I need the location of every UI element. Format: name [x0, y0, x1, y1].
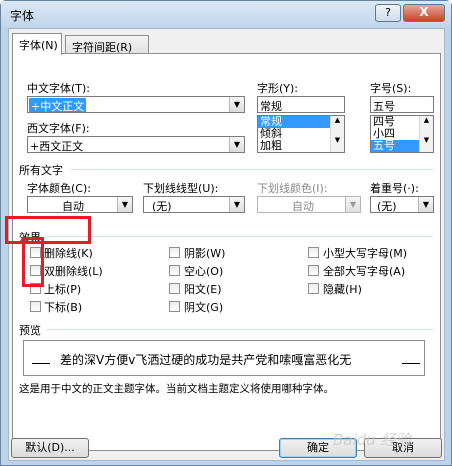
all-caps-checkbox[interactable] — [308, 265, 319, 276]
subscript-checkbox[interactable] — [30, 301, 41, 312]
hidden-checkbox[interactable] — [308, 283, 319, 294]
font-size-list[interactable]: 四号 小四 五号 ▲ ▼ — [370, 115, 434, 153]
set-default-button[interactable]: 默认(D)... — [11, 438, 89, 458]
outline-label: 空心(O) — [184, 265, 224, 278]
chevron-up-icon[interactable]: ▲ — [420, 116, 433, 124]
font-size-label: 字号(S): — [370, 82, 412, 95]
outline-checkbox[interactable] — [169, 265, 180, 276]
small-caps-checkbox[interactable] — [308, 247, 319, 258]
emboss-label: 阳文(E) — [184, 283, 222, 296]
font-style-label: 字形(Y): — [257, 82, 299, 95]
emphasis-mark-label: 着重号(·): — [370, 182, 419, 195]
font-dialog: 字体 ? X 字体(N) 字符间距(R) 中文字体(T): +中文正文 ▼ 字形… — [0, 0, 452, 466]
preview-baseline-left — [32, 363, 50, 364]
small-caps-label: 小型大写字母(M) — [323, 247, 408, 260]
underline-style-select[interactable]: (无) ▼ — [143, 196, 245, 213]
chevron-down-icon[interactable]: ▼ — [229, 97, 244, 112]
emboss-checkbox[interactable] — [169, 283, 180, 294]
tab-font[interactable]: 字体(N) — [12, 33, 62, 55]
chevron-down-icon[interactable]: ▼ — [420, 136, 433, 144]
close-button[interactable]: X — [403, 4, 445, 22]
underline-style-value: (无) — [152, 200, 172, 213]
divider — [47, 329, 433, 330]
window-title: 字体 — [10, 9, 35, 23]
chevron-down-icon[interactable]: ▼ — [117, 197, 132, 212]
western-font-value: +西文正文 — [30, 140, 84, 153]
annotation-highlight — [22, 237, 44, 287]
superscript-label: 上标(P) — [44, 283, 82, 296]
shadow-checkbox[interactable] — [169, 247, 180, 258]
chinese-font-select[interactable]: +中文正文 ▼ — [27, 96, 245, 113]
chevron-down-icon[interactable]: ▼ — [345, 197, 360, 212]
chevron-up-icon[interactable]: ▲ — [331, 116, 344, 124]
watermark: Baidu 经验 — [333, 431, 411, 449]
preview-heading: 预览 — [19, 324, 41, 337]
tab-character-spacing[interactable]: 字符间距(R) — [65, 35, 149, 54]
underline-style-label: 下划线线型(U): — [143, 182, 219, 195]
western-font-label: 西文字体(F): — [27, 122, 90, 135]
engrave-checkbox[interactable] — [169, 301, 180, 312]
chevron-down-icon[interactable]: ▼ — [229, 197, 244, 212]
font-color-value: 自动 — [62, 200, 84, 213]
font-color-label: 字体颜色(C): — [27, 182, 91, 195]
subscript-label: 下标(B) — [44, 301, 83, 314]
chevron-down-icon[interactable]: ▼ — [418, 197, 433, 212]
annotation-highlight — [5, 216, 91, 244]
emphasis-mark-value: (无) — [377, 200, 397, 213]
double-strikethrough-label: 双删除线(L) — [44, 265, 103, 278]
western-font-select[interactable]: +西文正文 ▼ — [27, 136, 245, 153]
chinese-font-value: +中文正文 — [29, 98, 87, 113]
underline-color-value: 自动 — [292, 200, 314, 213]
scrollbar[interactable]: ▲ ▼ — [330, 116, 344, 152]
font-size-input[interactable]: 五号 — [370, 96, 434, 113]
scrollbar[interactable]: ▲ ▼ — [419, 116, 433, 152]
preview-baseline-right — [402, 363, 420, 364]
dialog-client: 字体(N) 字符间距(R) 中文字体(T): +中文正文 ▼ 字形(Y): 常规… — [8, 28, 445, 461]
preview-note: 这是用于中文的正文主题字体。当前文档主题定义将使用哪种字体。 — [19, 383, 334, 395]
engrave-label: 阴文(G) — [184, 301, 224, 314]
font-style-list[interactable]: 常规 倾斜 加粗 ▲ ▼ — [257, 115, 345, 153]
title-bar[interactable]: 字体 ? X — [1, 1, 451, 27]
emphasis-mark-select[interactable]: (无) ▼ — [370, 196, 434, 213]
help-button[interactable]: ? — [375, 4, 401, 22]
shadow-label: 阴影(W) — [184, 247, 226, 260]
preview-sample-text: 差的深V方便v飞洒过硬的成功是共产党和嗦嘎富恶化无 — [60, 353, 352, 367]
chevron-down-icon[interactable]: ▼ — [229, 137, 244, 152]
font-size-value: 五号 — [373, 100, 395, 113]
all-caps-label: 全部大写字母(A) — [323, 265, 406, 278]
preview-box: 差的深V方便v飞洒过硬的成功是共产党和嗦嘎富恶化无 — [23, 340, 425, 376]
chevron-down-icon[interactable]: ▼ — [331, 136, 344, 144]
font-color-select[interactable]: 自动 ▼ — [27, 196, 133, 213]
font-style-value: 常规 — [260, 100, 282, 113]
strikethrough-label: 删除线(K) — [44, 247, 93, 260]
hidden-label: 隐藏(H) — [323, 283, 362, 296]
underline-color-select[interactable]: 自动 ▼ — [257, 196, 361, 213]
underline-color-label: 下划线颜色(I): — [257, 182, 328, 195]
all-text-heading: 所有文字 — [19, 164, 63, 177]
divider — [71, 169, 433, 170]
chinese-font-label: 中文字体(T): — [27, 82, 91, 95]
divider — [47, 236, 433, 237]
font-style-input[interactable]: 常规 — [257, 96, 345, 113]
